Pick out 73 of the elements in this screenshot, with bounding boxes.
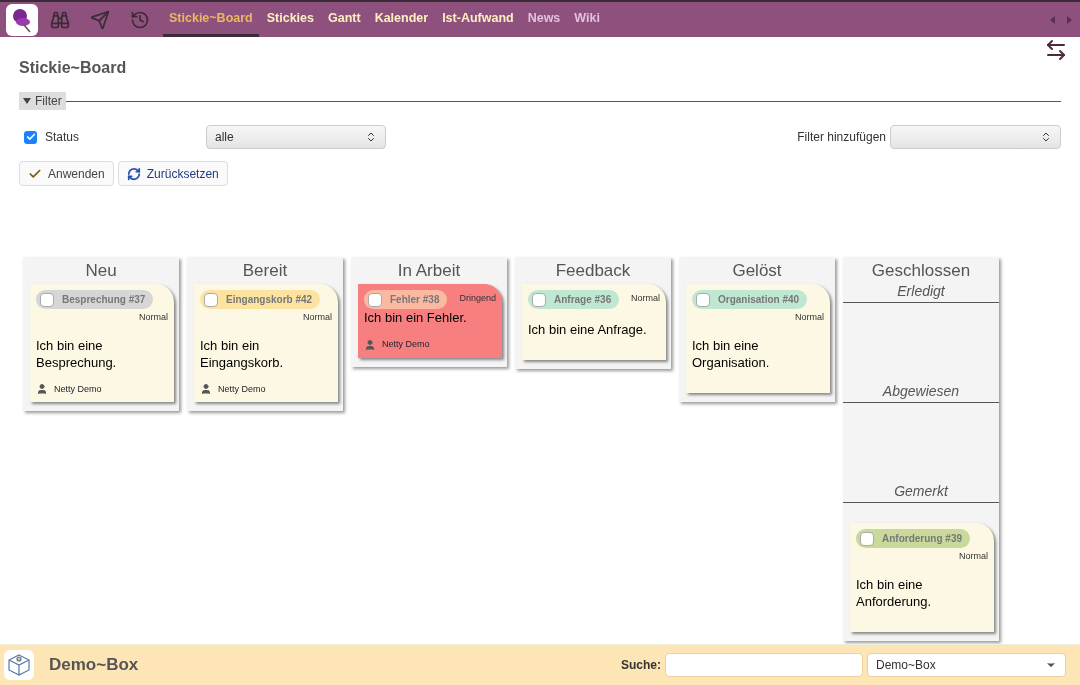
priority-label: Normal (795, 311, 824, 324)
note-checkbox[interactable] (860, 531, 874, 546)
filter-toggle[interactable]: Filter (19, 92, 66, 110)
page-title: Stickie~Board (19, 58, 128, 78)
column-title: Geschlossen (870, 260, 972, 281)
note-title: Eingangskorb #42 (226, 293, 313, 307)
sticky-note[interactable]: Besprechung #37 Normal Ich bin eine Besprechung. Netty Demo (30, 284, 174, 402)
add-filter-label: Filter hinzufügen (797, 129, 886, 146)
note-checkbox[interactable] (532, 292, 546, 307)
status-checkbox[interactable] (24, 130, 37, 144)
person-icon (200, 383, 212, 396)
select-arrows-icon (1040, 131, 1052, 143)
sticky-note[interactable]: Fehler #38 Dringend Ich bin ein Fehler. Netty Demo (358, 284, 502, 358)
note-checkbox[interactable] (204, 292, 218, 307)
note-text: Ich bin eine Organisation. (692, 336, 771, 371)
nav-tab[interactable]: Kalender (368, 2, 435, 37)
sticky-note[interactable]: Eingangskorb #42 Normal Ich bin ein Eingangskorb. Netty Demo (194, 284, 338, 402)
note-title: Organisation #40 (718, 293, 800, 307)
note-checkbox[interactable] (696, 292, 710, 307)
note-text: Ich bin eine Anforderung. (856, 575, 933, 610)
scroll-right-icon[interactable] (1067, 15, 1072, 24)
priority-label: Normal (303, 311, 332, 324)
column-title: Neu (84, 260, 118, 281)
note-text: Ich bin ein Fehler. (364, 309, 468, 326)
section-title: Gemerkt (843, 481, 999, 503)
sticky-note[interactable]: Anfrage #36 Normal Ich bin eine Anfrage. (522, 284, 666, 360)
dice-box-logo-icon (4, 650, 34, 680)
column-title: Gelöst (731, 260, 783, 281)
note-text: Ich bin eine Besprechung. (36, 336, 118, 371)
priority-label: Normal (139, 311, 168, 324)
history-icon[interactable] (130, 9, 150, 30)
person-icon (36, 383, 48, 396)
paper-plane-icon[interactable] (90, 9, 110, 30)
status-label: Status (45, 129, 81, 146)
note-title: Anforderung #39 (882, 532, 962, 546)
note-title: Fehler #38 (390, 293, 440, 307)
add-filter-select[interactable] (890, 125, 1061, 149)
search-field[interactable] (665, 653, 863, 677)
nav-tab[interactable]: Stickies (260, 2, 320, 37)
priority-label: Normal (959, 550, 988, 563)
pushpin-logo-icon[interactable] (6, 3, 38, 36)
note-checkbox[interactable] (40, 292, 54, 307)
author-name: Netty Demo (382, 338, 430, 351)
priority-label: Dringend (459, 292, 496, 305)
priority-label: Normal (631, 292, 660, 305)
apply-button[interactable]: Anwenden (19, 161, 114, 186)
search-label: Suche: (621, 657, 661, 674)
author-name: Netty Demo (54, 382, 102, 396)
section-title: Erledigt (843, 281, 999, 303)
status-select[interactable]: alle (206, 125, 386, 149)
project-select[interactable]: Demo~Box (867, 653, 1066, 677)
section-title: Abgewiesen (843, 381, 999, 403)
column-title: In Arbeit (396, 260, 462, 281)
note-text: Ich bin eine Anfrage. (528, 321, 648, 338)
swap-arrows-icon[interactable] (1044, 38, 1068, 62)
person-icon (364, 338, 376, 351)
note-title: Besprechung #37 (62, 293, 146, 307)
sticky-note[interactable]: Anforderung #39 Normal Ich bin eine Anforderung. (850, 523, 994, 632)
nav-tab[interactable]: Ist-Aufwand (436, 2, 520, 37)
refresh-icon (126, 166, 141, 181)
column-title: Feedback (554, 260, 632, 281)
select-arrows-icon (365, 131, 377, 143)
note-title: Anfrage #36 (554, 293, 612, 307)
note-checkbox[interactable] (368, 292, 382, 307)
note-text: Ich bin ein Eingangskorb. (200, 336, 285, 371)
column-title: Bereit (241, 260, 289, 281)
scroll-left-icon[interactable] (1050, 15, 1055, 24)
footer-title: Demo~Box (49, 654, 139, 677)
binoculars-icon[interactable] (50, 9, 70, 30)
nav-tab[interactable]: Gantt (322, 2, 367, 37)
author-name: Netty Demo (218, 382, 266, 396)
reset-button[interactable]: Zurücksetzen (117, 161, 228, 186)
sticky-note[interactable]: Organisation #40 Normal Ich bin eine Organisation. (686, 284, 830, 393)
